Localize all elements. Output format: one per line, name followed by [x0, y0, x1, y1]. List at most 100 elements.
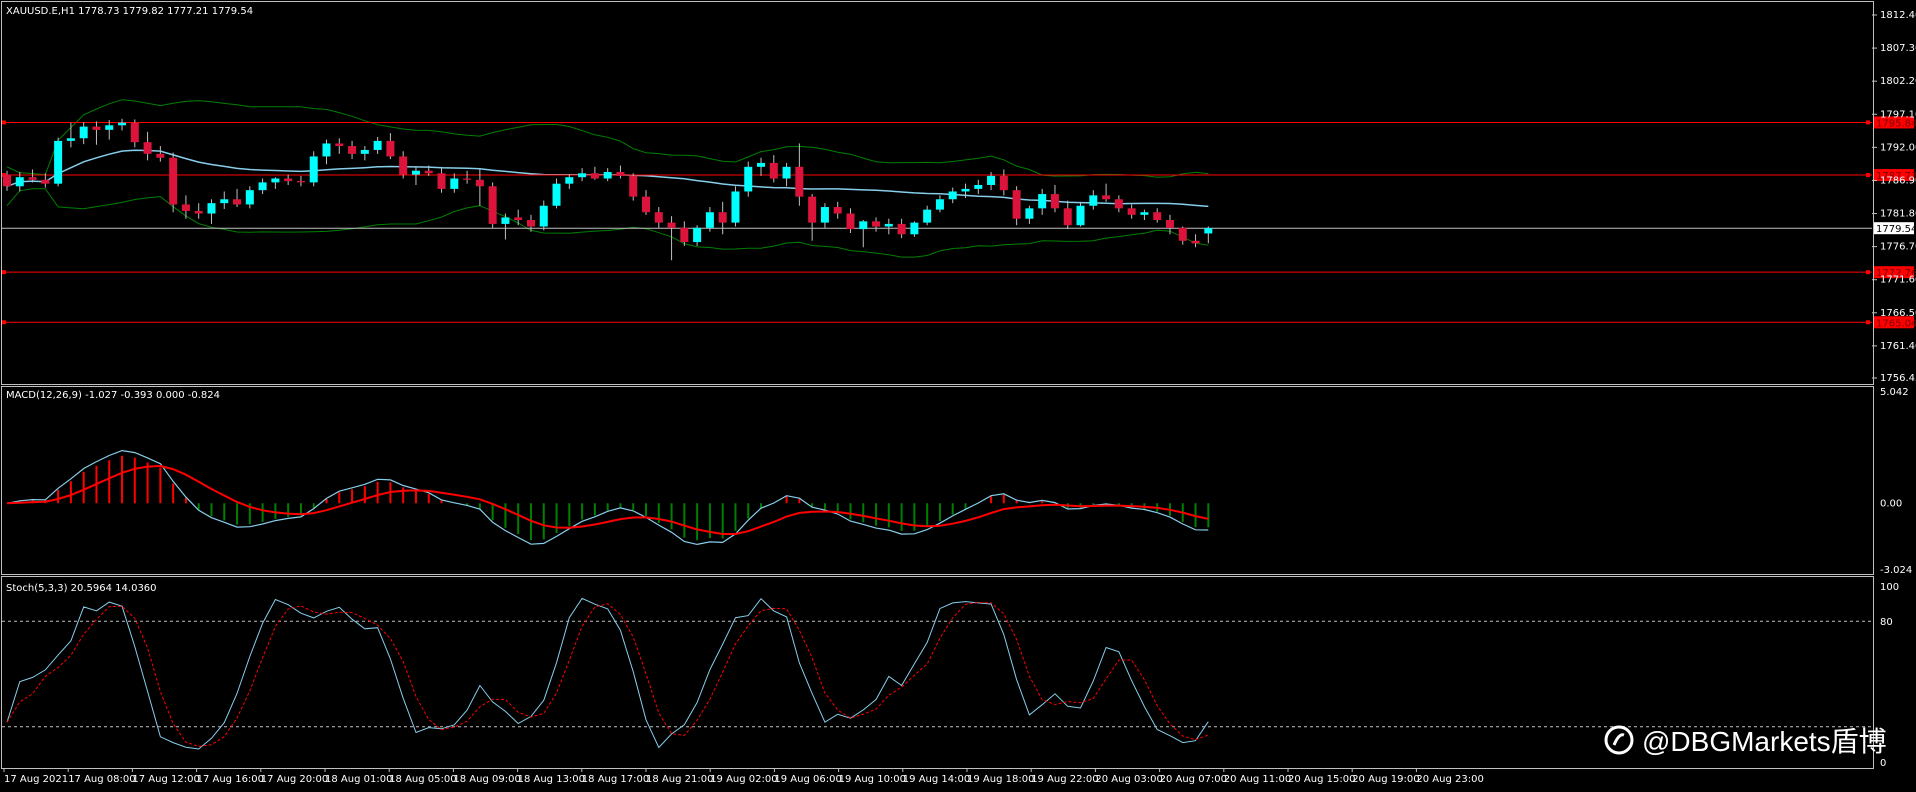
time-tick-label: 20 Aug 19:00	[1352, 774, 1419, 785]
candle-bull	[207, 203, 216, 214]
candle-bear	[1191, 240, 1200, 244]
candle-bear	[130, 122, 139, 143]
candle-bull	[910, 222, 919, 235]
candle-bull	[322, 143, 331, 157]
trading-chart[interactable]: 1795.84 1787.73 1772.76 1765.04 1779.54 5.04…	[0, 0, 1916, 788]
price-tick-label: 1807.30	[1880, 43, 1916, 54]
price-tick-label: 1771.60	[1880, 275, 1916, 286]
candle-bull	[360, 149, 369, 154]
candle-bull	[935, 199, 944, 210]
candle-bear	[488, 186, 497, 224]
candle-bull	[373, 140, 382, 150]
candle-bear	[3, 174, 11, 187]
time-tick-label: 17 Aug 20:00	[261, 774, 328, 785]
candle-bull	[578, 173, 587, 178]
candle-bear	[463, 178, 472, 180]
time-tick-label: 19 Aug 10:00	[839, 774, 906, 785]
level-marker-left	[2, 270, 6, 275]
time-tick-label: 19 Aug 06:00	[774, 774, 841, 785]
candle-bull	[309, 156, 318, 183]
candle-bull	[820, 207, 829, 223]
candle-bull	[66, 138, 75, 141]
candle-bear	[999, 175, 1008, 191]
candle-bear	[1165, 220, 1174, 228]
time-tick-label: 18 Aug 01:00	[325, 774, 392, 785]
candle-bull	[731, 191, 740, 223]
price-tick-label: 1766.50	[1880, 308, 1916, 319]
macd-axis-label: 0.00	[1880, 498, 1902, 509]
candle-bear	[41, 179, 50, 184]
candle-bear	[169, 157, 178, 205]
time-tick-label: 18 Aug 21:00	[646, 774, 713, 785]
candle-bear	[233, 199, 242, 205]
price-tick-label: 1761.40	[1880, 341, 1916, 352]
candle-bear	[1127, 208, 1136, 215]
candle-bull	[258, 182, 267, 191]
candle-bear	[1178, 227, 1187, 241]
candle-bear	[1063, 208, 1072, 226]
price-tick-label: 1756.45	[1880, 373, 1916, 384]
candle-bull	[118, 122, 127, 126]
stoch-header: Stoch(5,3,3) 20.5964 14.0360	[6, 583, 157, 594]
candle-bear	[795, 166, 804, 197]
candle-bear	[399, 156, 408, 175]
candle-bear	[1102, 195, 1111, 200]
stoch-axis-label: 80	[1880, 617, 1893, 628]
candle-bull	[974, 184, 983, 189]
candle-bull	[565, 177, 574, 184]
level-marker-left	[2, 320, 6, 325]
level-marker-right	[1866, 173, 1870, 178]
macd-header: MACD(12,26,9) -1.027 -0.393 0.000 -0.824	[6, 390, 220, 401]
candle-bear	[475, 179, 484, 187]
time-tick-label: 20 Aug 11:00	[1224, 774, 1291, 785]
candle-bear	[348, 146, 357, 154]
candle-bear	[296, 181, 305, 183]
candle-bull	[220, 199, 229, 204]
candle-bull	[744, 166, 753, 192]
candle-bull	[987, 175, 996, 185]
candle-bull	[411, 170, 420, 175]
candle-bear	[1012, 190, 1021, 219]
time-tick-label: 20 Aug 15:00	[1288, 774, 1355, 785]
candle-bear	[667, 222, 676, 228]
candle-bear	[386, 140, 395, 157]
level-marker-right	[1866, 270, 1870, 275]
candle-bull	[782, 166, 791, 179]
candle-bear	[718, 212, 727, 223]
candle-bear	[846, 213, 855, 230]
price-tick-label: 1792.00	[1880, 142, 1916, 153]
candle-bull	[1038, 194, 1047, 209]
level-price-label: 1765.04	[1876, 318, 1916, 329]
candle-bear	[654, 212, 663, 223]
candle-bear	[1153, 212, 1162, 221]
time-tick-label: 17 Aug 08:00	[68, 774, 135, 785]
candle-bear	[526, 220, 535, 227]
time-tick-label: 19 Aug 22:00	[1031, 774, 1098, 785]
time-tick-label: 18 Aug 09:00	[453, 774, 520, 785]
candle-bear	[284, 178, 293, 182]
candle-bear	[424, 170, 433, 174]
macd-axis-label: -3.024	[1880, 565, 1912, 576]
watermark: @DBGMarkets盾博	[1604, 720, 1887, 760]
candle-bull	[271, 178, 280, 183]
candle-bear	[156, 153, 165, 158]
candle-bear	[833, 207, 842, 214]
candle-bull	[79, 126, 88, 139]
price-tick-label: 1797.10	[1880, 109, 1916, 120]
price-tick-label: 1781.80	[1880, 209, 1916, 220]
price-tick-label: 1786.90	[1880, 175, 1916, 186]
level-marker-right	[1866, 120, 1870, 125]
candle-bull	[693, 227, 702, 243]
candle-bear	[92, 126, 101, 130]
candle-bear	[1114, 199, 1123, 209]
weibo-icon	[1604, 725, 1634, 755]
candle-bull	[15, 177, 24, 187]
level-marker-right	[1866, 320, 1870, 325]
level-marker-left	[2, 120, 6, 125]
candle-bear	[629, 175, 638, 197]
candle-bear	[181, 204, 190, 211]
time-tick-label: 20 Aug 07:00	[1160, 774, 1227, 785]
candle-bear	[335, 143, 344, 147]
candle-bull	[54, 140, 63, 184]
candle-bull	[539, 205, 548, 227]
